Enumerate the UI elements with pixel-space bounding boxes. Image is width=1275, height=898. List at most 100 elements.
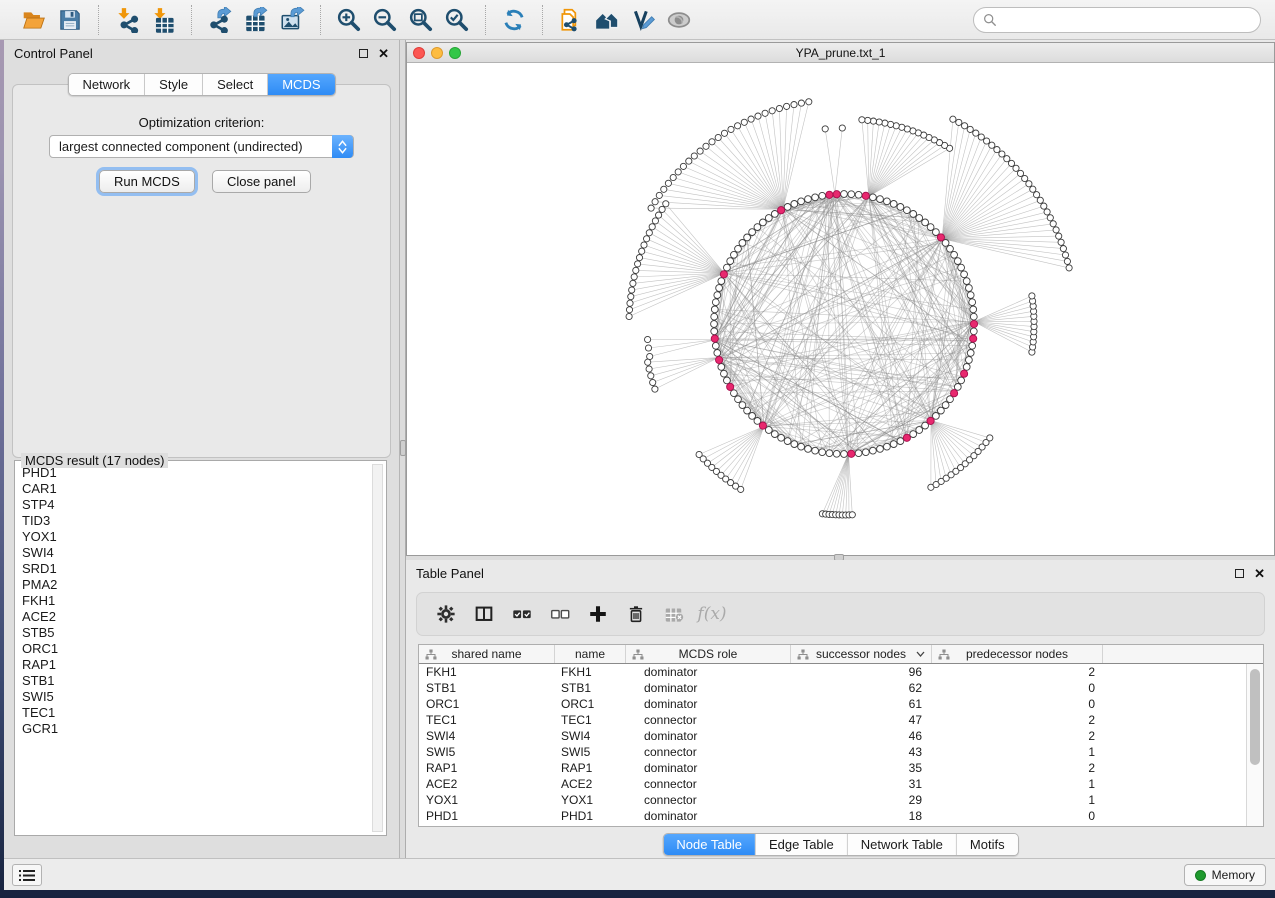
network-node[interactable] (819, 192, 826, 199)
export-table-button[interactable] (238, 5, 274, 35)
network-node[interactable] (765, 215, 772, 222)
table-row[interactable]: ORC1ORC1dominator610 (419, 696, 1263, 712)
cell-mcds_role[interactable]: dominator (626, 760, 791, 776)
dominator-node[interactable] (862, 192, 869, 199)
cell-shared_name[interactable]: FKH1 (419, 664, 555, 680)
network-node[interactable] (963, 364, 970, 371)
mcds-result-item[interactable]: STB1 (19, 673, 370, 689)
cell-successor_nodes[interactable]: 61 (791, 696, 932, 712)
network-node[interactable] (644, 236, 650, 242)
network-node[interactable] (1056, 233, 1062, 239)
mcds-result-item[interactable]: RAP1 (19, 657, 370, 673)
network-node[interactable] (641, 242, 647, 248)
network-node[interactable] (1022, 175, 1028, 181)
network-node[interactable] (922, 219, 929, 226)
cell-successor_nodes[interactable]: 31 (791, 776, 932, 792)
network-node[interactable] (749, 229, 756, 236)
column-header-predecessor-nodes[interactable]: predecessor nodes (932, 645, 1103, 663)
cell-predecessor_nodes[interactable]: 2 (932, 712, 1103, 728)
network-node[interactable] (849, 512, 855, 518)
split-columns-button[interactable] (467, 597, 501, 631)
dominator-node[interactable] (970, 320, 977, 327)
network-node[interactable] (703, 143, 709, 149)
network-node[interactable] (652, 199, 658, 205)
network-node[interactable] (731, 251, 738, 258)
dominator-node[interactable] (927, 417, 934, 424)
network-node[interactable] (760, 219, 767, 226)
network-node[interactable] (626, 307, 632, 313)
open-file-button[interactable] (16, 5, 52, 35)
network-node[interactable] (639, 248, 645, 254)
network-node[interactable] (762, 110, 768, 116)
network-node[interactable] (784, 204, 791, 211)
network-node[interactable] (721, 130, 727, 136)
cell-shared_name[interactable]: ORC1 (419, 696, 555, 712)
close-panel-icon[interactable]: ✕ (378, 47, 389, 60)
close-panel-button[interactable]: Close panel (212, 170, 311, 193)
cell-mcds_role[interactable]: connector (626, 744, 791, 760)
network-node[interactable] (958, 264, 965, 271)
cell-name[interactable]: YOX1 (555, 792, 626, 808)
network-node[interactable] (715, 134, 721, 140)
network-node[interactable] (822, 126, 828, 132)
network-node[interactable] (890, 441, 897, 448)
cell-predecessor_nodes[interactable]: 2 (932, 760, 1103, 776)
delete-column-button[interactable] (619, 597, 653, 631)
cell-mcds_role[interactable]: dominator (626, 808, 791, 824)
network-node[interactable] (910, 431, 917, 438)
column-header-shared-name[interactable]: shared name (419, 645, 555, 663)
cell-name[interactable]: PHD1 (555, 808, 626, 824)
network-node[interactable] (735, 396, 742, 403)
network-node[interactable] (748, 116, 754, 122)
network-node[interactable] (916, 427, 923, 434)
dominator-node[interactable] (951, 390, 958, 397)
network-node[interactable] (711, 328, 718, 335)
search-box[interactable] (973, 7, 1261, 33)
dominator-node[interactable] (727, 383, 734, 390)
network-node[interactable] (635, 261, 641, 267)
mcds-result-item[interactable]: PMA2 (19, 577, 370, 593)
network-canvas[interactable] (407, 63, 1274, 555)
zoom-in-button[interactable] (331, 5, 367, 35)
dominator-node[interactable] (716, 356, 723, 363)
tab-network-table[interactable]: Network Table (848, 834, 957, 855)
network-node[interactable] (904, 207, 911, 214)
zoom-fit-button[interactable] (403, 5, 439, 35)
network-node[interactable] (791, 201, 798, 208)
network-node[interactable] (721, 370, 728, 377)
network-node[interactable] (947, 245, 954, 252)
mcds-result-item[interactable]: FKH1 (19, 593, 370, 609)
select-all-button[interactable] (505, 597, 539, 631)
cell-predecessor_nodes[interactable]: 2 (932, 728, 1103, 744)
save-session-button[interactable] (52, 5, 88, 35)
tab-motifs[interactable]: Motifs (957, 834, 1018, 855)
network-node[interactable] (1017, 170, 1023, 176)
network-node[interactable] (636, 255, 642, 261)
mcds-result-item[interactable]: STP4 (19, 497, 370, 513)
cell-mcds_role[interactable]: dominator (626, 696, 791, 712)
network-node[interactable] (954, 258, 961, 265)
mcds-result-item[interactable]: TID3 (19, 513, 370, 529)
mcds-result-item[interactable]: ORC1 (19, 641, 370, 657)
network-node[interactable] (771, 211, 778, 218)
network-node[interactable] (798, 443, 805, 450)
network-node[interactable] (718, 364, 725, 371)
dominator-node[interactable] (778, 207, 785, 214)
network-node[interactable] (938, 407, 945, 414)
table-row[interactable]: FKH1FKH1dominator962 (419, 664, 1263, 680)
network-node[interactable] (1034, 192, 1040, 198)
export-network-button[interactable] (202, 5, 238, 35)
network-node[interactable] (646, 366, 652, 372)
dominator-node[interactable] (826, 191, 833, 198)
network-node[interactable] (870, 194, 877, 201)
import-table-button[interactable] (145, 5, 181, 35)
network-node[interactable] (1041, 203, 1047, 209)
network-node[interactable] (859, 117, 865, 123)
network-node[interactable] (994, 147, 1000, 153)
network-node[interactable] (848, 191, 855, 198)
network-node[interactable] (855, 191, 862, 198)
gear-button[interactable] (429, 597, 463, 631)
network-node[interactable] (798, 198, 805, 205)
network-node[interactable] (984, 138, 990, 144)
search-input[interactable] (997, 10, 1251, 30)
